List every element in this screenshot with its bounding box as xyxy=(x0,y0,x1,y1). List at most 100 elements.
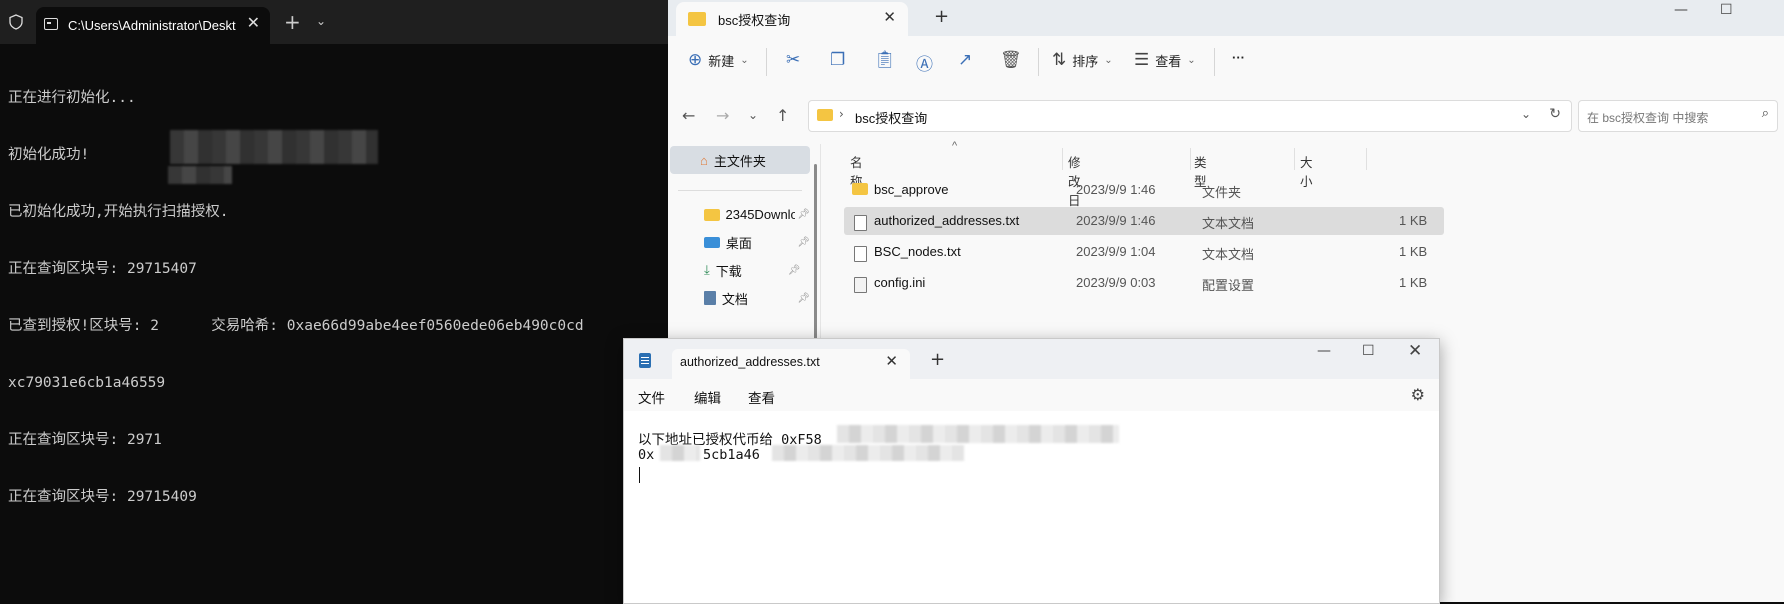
maximize-icon[interactable]: ☐ xyxy=(1720,2,1733,18)
forward-arrow-icon[interactable]: → xyxy=(716,106,729,125)
file-name: bsc_approve xyxy=(874,182,949,197)
explorer-tabbar: bsc授权查询 ✕ + — ☐ xyxy=(668,0,1784,36)
sidebar-divider xyxy=(678,190,802,191)
terminal-output: 正在进行初始化... 初始化成功! 已初始化成功,开始执行扫描授权. 正在查询区… xyxy=(8,51,584,545)
file-row-bsc-approve[interactable]: bsc_approve 2023/9/9 1:46 文件夹 xyxy=(844,176,1384,204)
up-arrow-icon[interactable]: ↑ xyxy=(776,106,789,125)
sidebar-item-downloads[interactable]: ⤓ 下载 📌︎ xyxy=(670,256,810,284)
sidebar-item-label: 主文件夹 xyxy=(713,153,766,169)
share-icon[interactable]: ↗ xyxy=(958,50,972,70)
close-icon[interactable]: ✕ xyxy=(247,13,260,32)
sidebar-item-label: 下载 xyxy=(715,263,742,279)
new-tab-button[interactable]: + xyxy=(284,10,301,34)
folder-icon xyxy=(688,12,706,26)
folder-icon xyxy=(704,209,720,221)
maximize-icon[interactable]: ☐ xyxy=(1362,343,1375,359)
address-bar[interactable]: › bsc授权查询 ⌄ ↻ xyxy=(808,100,1572,132)
home-icon: ⌂ xyxy=(700,152,708,168)
download-icon: ⤓ xyxy=(704,262,710,277)
rename-icon[interactable]: Ⓐ xyxy=(916,50,933,75)
menu-file[interactable]: 文件 xyxy=(638,387,665,407)
file-row-config-ini[interactable]: config.ini 2023/9/9 0:03 配置设置 1 KB xyxy=(844,269,1444,297)
refresh-icon[interactable]: ↻ xyxy=(1549,106,1561,122)
notepad-icon xyxy=(639,353,651,368)
terminal-window: C:\Users\Administrator\Deskt ✕ + ⌄ 正在进行初… xyxy=(0,0,668,602)
close-icon[interactable]: ✕ xyxy=(883,8,896,26)
explorer-tab[interactable]: bsc授权查询 ✕ xyxy=(676,2,908,36)
gear-icon[interactable]: ⚙ xyxy=(1411,385,1425,404)
chevron-down-icon: ⌄ xyxy=(1104,54,1113,66)
minimize-icon[interactable]: — xyxy=(1317,343,1331,359)
new-button[interactable]: ⊕ 新建 ⌄ xyxy=(688,50,749,70)
file-type: 配置设置 xyxy=(1202,278,1255,293)
back-arrow-icon[interactable]: ← xyxy=(682,106,695,125)
file-date: 2023/9/9 1:46 xyxy=(1076,213,1156,228)
sidebar-item-label: 2345Downlo xyxy=(725,206,796,222)
menu-view[interactable]: 查看 xyxy=(748,387,775,407)
column-divider[interactable] xyxy=(1190,148,1191,170)
new-tab-button[interactable]: + xyxy=(934,6,949,27)
explorer-toolbar: ⊕ 新建 ⌄ ✂ ❐ 📋︎ Ⓐ ↗ 🗑︎ ⇅ 排序 ⌄ ☰ 查看 ⌄ ··· xyxy=(668,36,1784,89)
more-options-button[interactable]: ··· xyxy=(1232,50,1245,65)
new-tab-button[interactable]: + xyxy=(930,349,945,370)
file-name: config.ini xyxy=(874,275,926,290)
terminal-line: 正在查询区块号: 2971 xyxy=(8,432,162,448)
file-size: 1 KB xyxy=(1399,244,1428,259)
notepad-window: authorized_addresses.txt ✕ + — ☐ ✕ 文件 编辑… xyxy=(623,338,1440,604)
search-icon: ⌕ xyxy=(1761,106,1769,121)
terminal-tab[interactable]: C:\Users\Administrator\Deskt ✕ xyxy=(36,7,270,44)
column-divider[interactable] xyxy=(1294,148,1295,170)
sidebar-item-label: 文档 xyxy=(721,291,748,307)
sort-icon: ⇅ xyxy=(1052,50,1067,69)
sidebar-item-home[interactable]: ⌂ 主文件夹 xyxy=(670,146,810,174)
terminal-line: 正在进行初始化... xyxy=(8,90,136,106)
chevron-down-icon[interactable]: ⌄ xyxy=(1521,107,1531,121)
redaction-mosaic xyxy=(170,130,378,164)
file-date: 2023/9/9 1:46 xyxy=(1076,182,1156,197)
file-size: 1 KB xyxy=(1399,213,1428,228)
sidebar-item-desktop[interactable]: 桌面 📌︎ xyxy=(670,228,810,256)
sidebar-item-documents[interactable]: 文档 📌︎ xyxy=(670,284,810,312)
column-divider[interactable] xyxy=(1062,148,1063,170)
copy-icon[interactable]: ❐ xyxy=(830,50,845,70)
notepad-tab[interactable]: authorized_addresses.txt ✕ xyxy=(672,349,910,379)
terminal-line: 已初始化成功,开始执行扫描授权. xyxy=(8,204,229,220)
file-row-authorized-addresses[interactable]: authorized_addresses.txt 2023/9/9 1:46 文… xyxy=(844,207,1444,235)
close-window-icon[interactable]: ✕ xyxy=(1408,341,1422,361)
file-type: 文本文档 xyxy=(1202,247,1255,262)
plus-circle-icon: ⊕ xyxy=(688,50,703,69)
pin-icon: 📌︎ xyxy=(797,236,810,248)
view-button[interactable]: ☰ 查看 ⌄ xyxy=(1134,50,1196,70)
column-divider[interactable] xyxy=(1366,148,1367,170)
sidebar-item-2345downloads[interactable]: 2345Downlo 📌︎ xyxy=(670,200,810,228)
sort-button[interactable]: ⇅ 排序 ⌄ xyxy=(1052,50,1113,70)
menu-edit[interactable]: 编辑 xyxy=(694,387,721,407)
toolbar-divider xyxy=(1214,48,1215,76)
minimize-icon[interactable]: — xyxy=(1674,2,1688,18)
text-file-icon xyxy=(854,215,867,231)
redaction-mosaic xyxy=(168,166,232,184)
address-row: ← → ⌄ ↑ › bsc授权查询 ⌄ ↻ 在 bsc授权查询 中搜索 ⌕ xyxy=(668,88,1784,144)
search-input[interactable]: 在 bsc授权查询 中搜索 ⌕ xyxy=(1578,100,1778,132)
toolbar-divider xyxy=(1038,48,1039,76)
file-type: 文件夹 xyxy=(1202,185,1242,200)
pin-icon: 📌︎ xyxy=(797,208,810,220)
sort-label: 排序 xyxy=(1072,53,1099,69)
explorer-tab-title: bsc授权查询 xyxy=(718,13,791,28)
close-icon[interactable]: ✕ xyxy=(885,352,898,370)
terminal-line: xc79031e6cb1a46559 xyxy=(8,375,166,391)
chevron-down-icon[interactable]: ⌄ xyxy=(316,14,326,28)
toolbar-divider xyxy=(766,48,767,76)
desktop-icon xyxy=(704,236,720,248)
new-label: 新建 xyxy=(708,53,735,69)
sidebar-item-label: 桌面 xyxy=(725,235,752,251)
folder-icon xyxy=(852,183,868,195)
paste-icon[interactable]: 📋︎ xyxy=(874,50,896,70)
redaction-mosaic xyxy=(772,445,964,461)
notepad-titlebar: authorized_addresses.txt ✕ + — ☐ ✕ xyxy=(624,339,1439,379)
recent-dropdown-icon[interactable]: ⌄ xyxy=(748,108,758,122)
cut-icon[interactable]: ✂ xyxy=(786,50,800,70)
delete-icon[interactable]: 🗑︎ xyxy=(1000,50,1022,70)
notepad-tab-title: authorized_addresses.txt xyxy=(680,355,820,369)
file-row-bsc-nodes[interactable]: BSC_nodes.txt 2023/9/9 1:04 文本文档 1 KB xyxy=(844,238,1444,266)
